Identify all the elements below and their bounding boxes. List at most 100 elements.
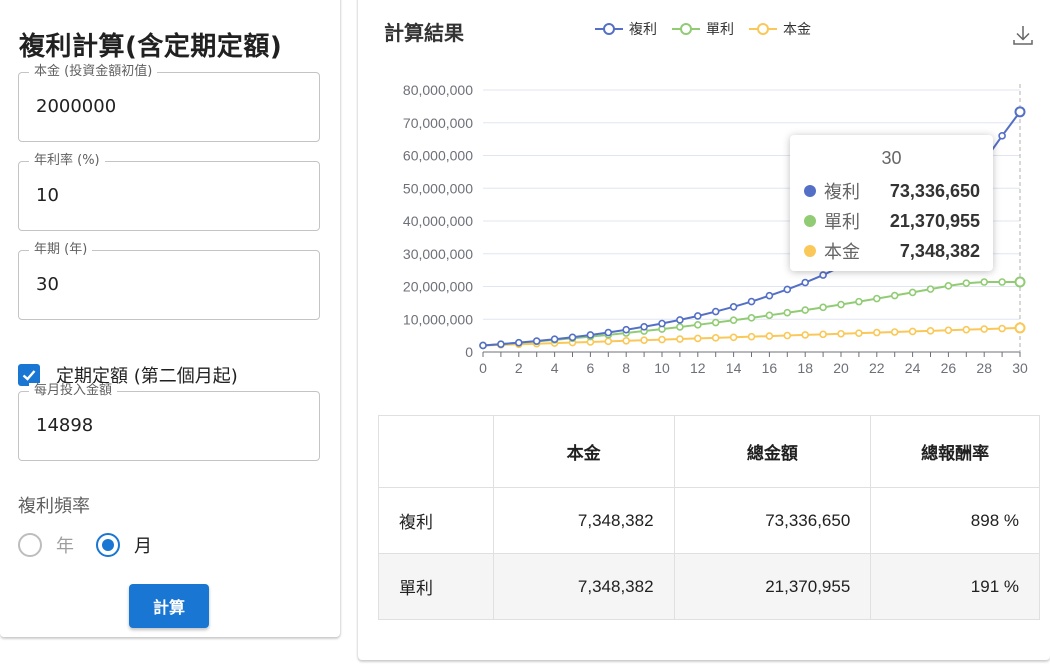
- table-cell-name: 複利: [378, 487, 494, 554]
- radio-monthly-label: 月: [134, 536, 152, 557]
- y-tick-label: 50,000,000: [403, 180, 473, 196]
- data-point: [908, 288, 917, 297]
- data-point: [1014, 276, 1026, 288]
- data-point: [729, 316, 738, 325]
- radio-yearly[interactable]: [18, 533, 42, 557]
- data-point: [855, 297, 863, 306]
- data-point: [801, 331, 810, 339]
- data-point: [1014, 322, 1026, 334]
- legend-principal[interactable]: 本金: [748, 19, 811, 39]
- y-tick-label: 80,000,000: [403, 82, 473, 98]
- x-tick-label: 22: [869, 360, 885, 376]
- y-tick-label: 60,000,000: [403, 148, 473, 164]
- tooltip-dot-principal: [804, 245, 816, 257]
- table-header-row: 本金 總金額 總報酬率: [378, 415, 1040, 488]
- table-header-total: 總金額: [673, 415, 872, 488]
- data-point: [962, 325, 971, 334]
- data-point: [693, 334, 702, 343]
- data-point: [980, 278, 989, 286]
- table-cell-total: 21,370,955: [673, 553, 872, 620]
- data-point: [944, 282, 953, 290]
- data-point: [890, 291, 899, 300]
- data-point: [676, 335, 684, 343]
- chart-tooltip: 30 複利 73,336,650 單利 21,370,955 本金 7,348,…: [790, 135, 993, 271]
- data-point: [998, 132, 1006, 140]
- data-point: [819, 303, 827, 312]
- years-value[interactable]: 30: [36, 274, 59, 295]
- page-title: 複利計算(含定期定額): [19, 32, 283, 62]
- tooltip-dot-simple: [804, 215, 816, 227]
- data-point: [747, 297, 756, 306]
- data-point: [479, 341, 487, 350]
- radio-monthly[interactable]: [96, 533, 120, 557]
- data-point: [711, 307, 720, 316]
- rate-value[interactable]: 10: [36, 185, 59, 206]
- data-point: [962, 279, 971, 288]
- data-point: [837, 300, 845, 309]
- x-tick-label: 24: [905, 360, 921, 376]
- results-table: 本金 總金額 總報酬率 複利 7,348,382 73,336,650 898 …: [378, 415, 1040, 620]
- data-point: [640, 336, 648, 344]
- data-point: [801, 306, 810, 314]
- data-point: [908, 327, 917, 336]
- data-point: [837, 329, 845, 338]
- data-point: [855, 329, 863, 337]
- monthly-value[interactable]: 14898: [36, 415, 93, 436]
- legend-principal-label: 本金: [783, 22, 811, 38]
- table-header-return: 總報酬率: [870, 415, 1040, 488]
- x-tick-label: 16: [762, 360, 778, 376]
- data-point: [783, 331, 792, 340]
- table-row: 複利 7,348,382 73,336,650 898 %: [378, 487, 1040, 554]
- data-point: [890, 328, 899, 336]
- x-tick-label: 26: [941, 360, 957, 376]
- legend-compound-marker: [595, 23, 623, 35]
- x-tick-label: 10: [654, 360, 670, 376]
- y-tick-label: 10,000,000: [403, 311, 473, 327]
- data-point: [676, 323, 684, 331]
- y-tick-label: 70,000,000: [403, 115, 473, 131]
- data-point: [872, 294, 881, 303]
- download-icon[interactable]: [1012, 24, 1034, 46]
- data-point: [819, 330, 827, 339]
- legend-compound[interactable]: 複利: [594, 19, 657, 39]
- monthly-field[interactable]: 每月投入金額 14898: [18, 383, 320, 461]
- calculate-button[interactable]: 計算: [129, 584, 209, 628]
- tooltip-value-compound: 73,336,650: [889, 180, 980, 201]
- tooltip-name-principal: 本金: [824, 242, 860, 262]
- checkmark-icon: [22, 370, 36, 381]
- data-point: [872, 328, 881, 337]
- data-point: [497, 340, 505, 348]
- years-field[interactable]: 年期 (年) 30: [18, 242, 320, 320]
- data-point: [604, 337, 613, 346]
- rate-field[interactable]: 年利率 (%) 10: [18, 153, 320, 231]
- table-cell-total: 73,336,650: [673, 487, 872, 554]
- chart-legend: 複利 單利 本金: [594, 19, 825, 39]
- data-point: [980, 325, 989, 333]
- table-cell-principal: 7,348,382: [492, 487, 675, 554]
- table-header-principal: 本金: [492, 415, 675, 488]
- tooltip-value-principal: 7,348,382: [899, 240, 980, 261]
- tooltip-row-principal: 本金 7,348,382: [804, 238, 980, 264]
- legend-simple[interactable]: 單利: [671, 19, 734, 39]
- x-tick-label: 12: [690, 360, 706, 376]
- x-tick-label: 28: [976, 360, 992, 376]
- data-point: [729, 333, 738, 342]
- table-cell-name: 單利: [378, 553, 494, 620]
- legend-simple-label: 單利: [706, 22, 734, 38]
- tooltip-row-compound: 複利 73,336,650: [804, 178, 980, 204]
- data-point: [801, 278, 810, 287]
- x-tick-label: 18: [797, 360, 813, 376]
- tooltip-dot-compound: [804, 185, 816, 197]
- principal-field[interactable]: 本金 (投資金額初值) 2000000: [18, 64, 320, 142]
- table-header-empty: [378, 415, 494, 488]
- principal-value[interactable]: 2000000: [36, 96, 116, 117]
- data-point: [515, 338, 523, 347]
- data-point: [586, 331, 595, 339]
- legend-compound-label: 複利: [629, 22, 657, 38]
- results-title: 計算結果: [384, 21, 464, 45]
- x-tick-label: 2: [515, 360, 523, 376]
- table-cell-return: 898 %: [870, 487, 1040, 554]
- x-tick-label: 14: [726, 360, 742, 376]
- years-label: 年期 (年): [29, 242, 93, 258]
- data-point: [783, 285, 792, 294]
